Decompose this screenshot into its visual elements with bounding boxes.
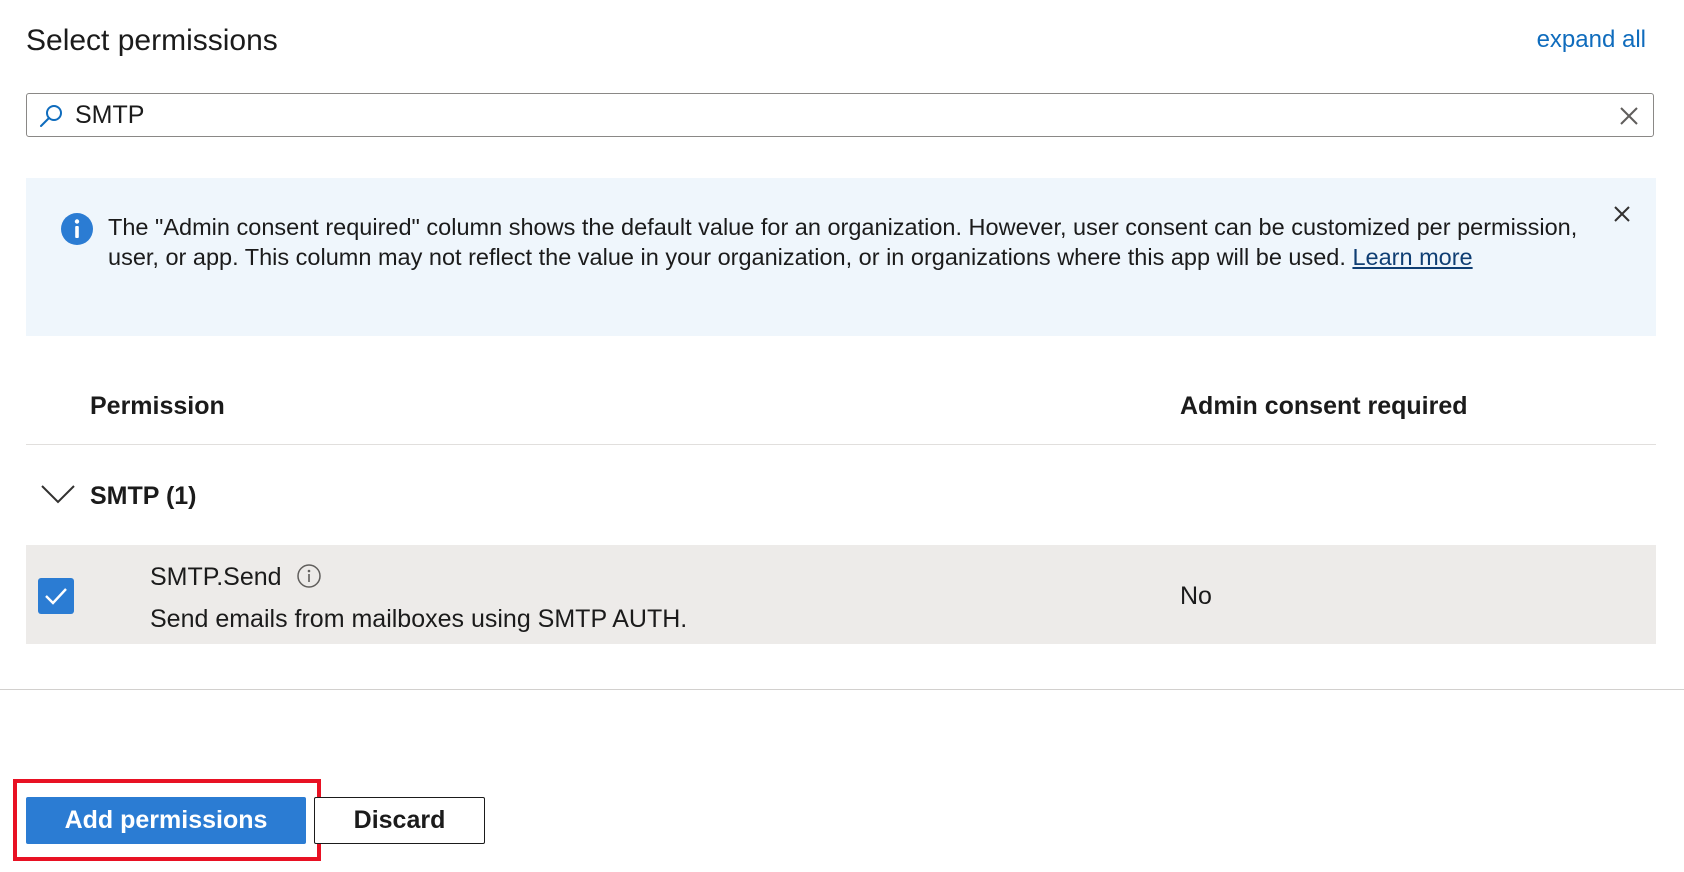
- search-input[interactable]: [75, 98, 1575, 132]
- permission-description: Send emails from mailboxes using SMTP AU…: [150, 605, 688, 633]
- search-box[interactable]: [26, 93, 1654, 137]
- page-title: Select permissions: [26, 24, 278, 57]
- add-permissions-button[interactable]: Add permissions: [26, 797, 306, 844]
- info-banner: The "Admin consent required" column show…: [26, 178, 1656, 336]
- permission-group-smtp[interactable]: SMTP (1): [26, 470, 526, 522]
- close-icon[interactable]: [1610, 202, 1634, 226]
- permission-name: SMTP.Send: [150, 563, 282, 591]
- close-icon[interactable]: [1617, 104, 1641, 128]
- search-icon: [40, 105, 62, 127]
- expand-all-link[interactable]: expand all: [1537, 26, 1646, 54]
- info-message: The "Admin consent required" column show…: [108, 212, 1608, 272]
- chevron-down-icon[interactable]: [40, 482, 76, 506]
- header-divider: [26, 444, 1656, 445]
- checkmark-icon: [45, 588, 67, 605]
- discard-button[interactable]: Discard: [314, 797, 485, 844]
- column-header-permission[interactable]: Permission: [90, 392, 225, 421]
- info-circle-icon[interactable]: [296, 563, 322, 589]
- admin-consent-value: No: [1180, 582, 1212, 610]
- info-icon: [61, 213, 93, 245]
- column-header-admin-consent[interactable]: Admin consent required: [1180, 392, 1468, 421]
- permission-checkbox[interactable]: [38, 578, 74, 614]
- table-row[interactable]: SMTP.Send Send emails from mailboxes usi…: [26, 545, 1656, 644]
- group-label: SMTP (1): [90, 482, 197, 510]
- footer-divider: [0, 689, 1684, 690]
- permissions-panel: Select permissions expand all The "Admin…: [0, 0, 1684, 872]
- learn-more-link[interactable]: Learn more: [1352, 244, 1472, 270]
